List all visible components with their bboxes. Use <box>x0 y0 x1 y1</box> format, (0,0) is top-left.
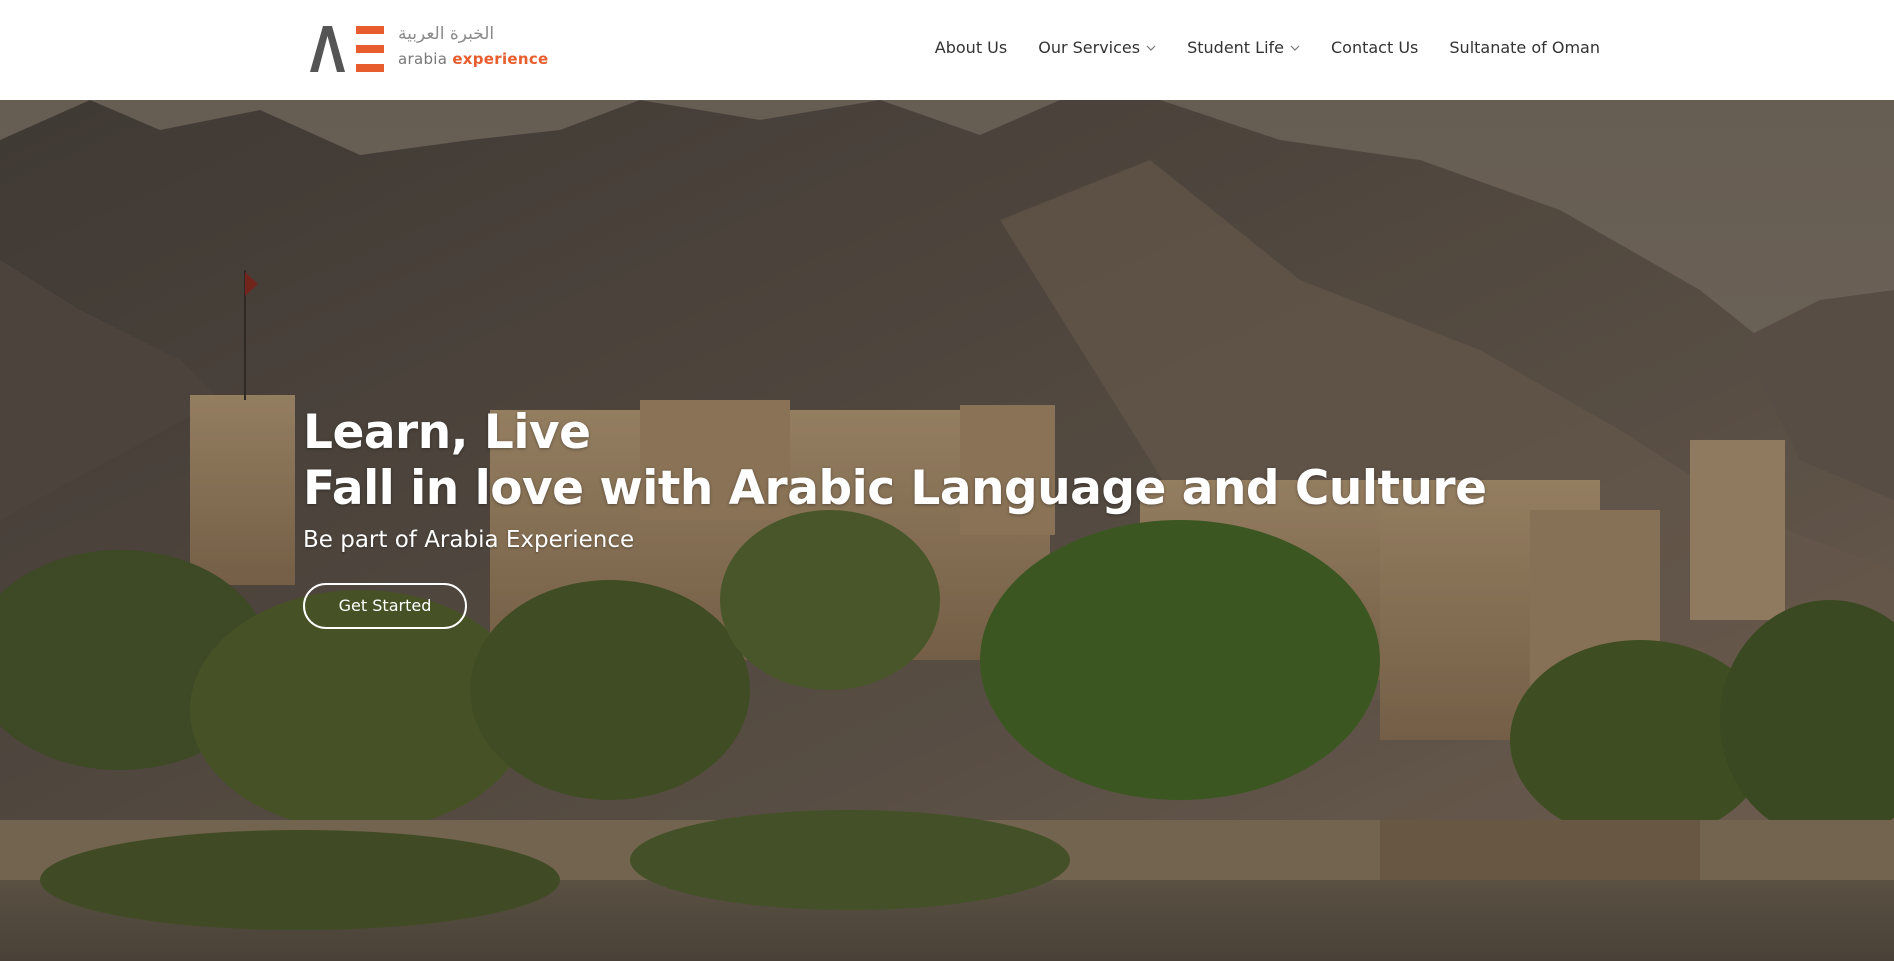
ae-logo-mark-icon <box>310 26 384 72</box>
hero-content: Learn, Live Fall in love with Arabic Lan… <box>303 405 1487 629</box>
hero-title: Learn, Live Fall in love with Arabic Lan… <box>303 405 1487 517</box>
logo-word-experience: experience <box>452 50 549 68</box>
logo-word-arabia: arabia <box>398 50 448 68</box>
hero-subtitle: Be part of Arabia Experience <box>303 527 635 553</box>
site-logo[interactable]: الخبرة العربية arabia experience <box>310 24 550 74</box>
chevron-down-icon <box>1146 45 1156 51</box>
nav-item-contact-us[interactable]: Contact Us <box>1331 38 1418 57</box>
nav-item-label: Our Services <box>1038 38 1141 57</box>
site-header: الخبرة العربية arabia experience About U… <box>0 0 1894 100</box>
nav-item-label: Student Life <box>1187 38 1284 57</box>
logo-latin-text: arabia experience <box>398 50 549 68</box>
hero-section: Learn, Live Fall in love with Arabic Lan… <box>0 100 1894 961</box>
nav-item-label: Sultanate of Oman <box>1449 38 1600 57</box>
nav-item-about-us[interactable]: About Us <box>935 38 1007 57</box>
nav-item-label: Contact Us <box>1331 38 1419 57</box>
hero-title-line-1: Learn, Live <box>303 405 591 460</box>
hero-title-line-2: Fall in love with Arabic Language and Cu… <box>303 461 1487 516</box>
get-started-button[interactable]: Get Started <box>303 583 467 629</box>
nav-item-student-life[interactable]: Student Life <box>1187 38 1300 57</box>
nav-item-label: About Us <box>934 38 1008 57</box>
logo-arabic-text: الخبرة العربية <box>398 24 495 44</box>
nav-item-our-services[interactable]: Our Services <box>1038 38 1156 57</box>
main-nav: About Us Our Services Student Life Conta… <box>935 38 1600 57</box>
nav-item-sultanate-of-oman[interactable]: Sultanate of Oman <box>1449 38 1600 57</box>
chevron-down-icon <box>1290 45 1300 51</box>
